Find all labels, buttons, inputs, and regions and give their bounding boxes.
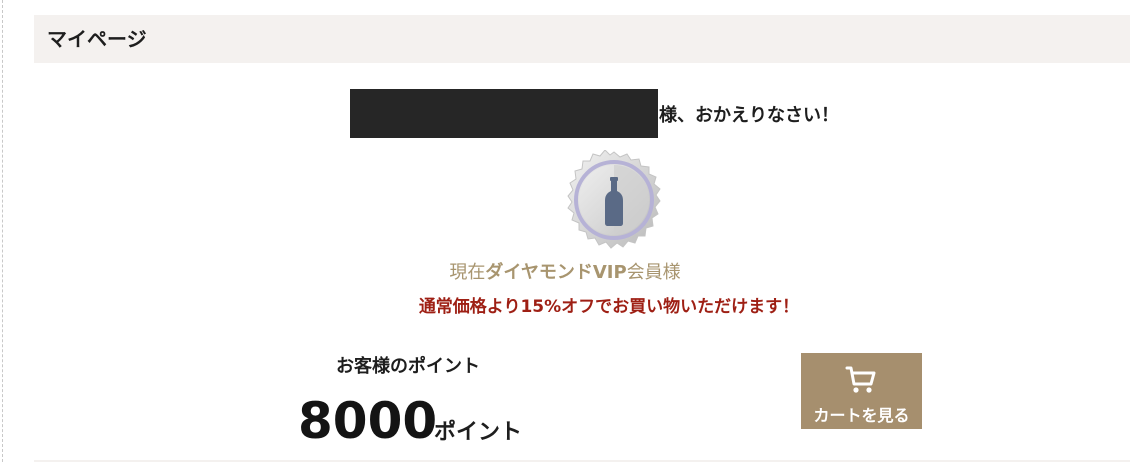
view-cart-label: カートを見る [813, 406, 910, 425]
points-unit: ポイント [434, 420, 523, 445]
rank-suffix: 会員様 [626, 262, 681, 283]
rank-prefix: 現在 [449, 262, 486, 283]
discount-message: 通常価格より15%オフでお買い物いただけます！ [418, 297, 800, 317]
points-value: 8000 [298, 392, 438, 450]
welcome-suffix: 様、おかえりなさい！ [659, 104, 839, 126]
cart-icon [845, 366, 876, 393]
membership-rank: 現在ダイヤモンドVIP会員様 [0, 258, 1130, 284]
rank-name: ダイヤモンドVIP [485, 262, 627, 283]
points-label: お客様のポイント [336, 356, 480, 377]
welcome-message: 様、おかえりなさい！ [350, 89, 839, 138]
redacted-user-name [350, 89, 658, 138]
page-title: マイページ [47, 27, 147, 51]
left-dashed-divider [2, 0, 3, 462]
page-header: マイページ [34, 15, 1130, 63]
bottle-badge-icon [553, 149, 675, 256]
view-cart-button[interactable]: カートを見る [801, 353, 922, 429]
